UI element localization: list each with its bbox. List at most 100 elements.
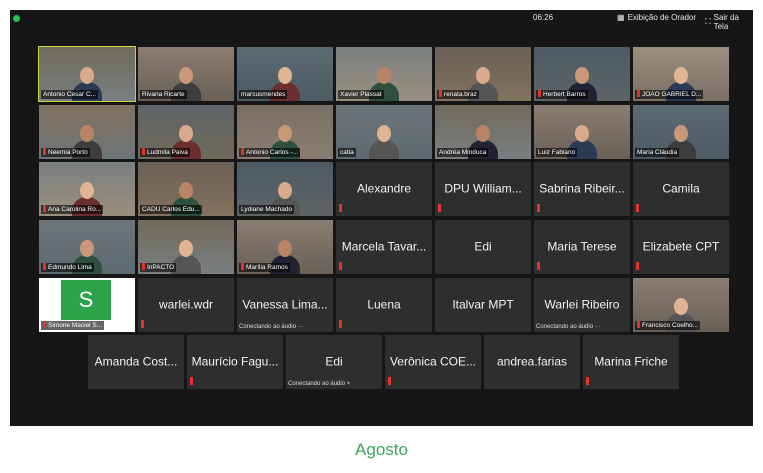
participant-name-text: Antonio Carlos -... (246, 149, 299, 156)
participant-name: JOAO GABRIEL D... (635, 90, 704, 99)
participant-name-text: Ana Carolina Ro... (48, 206, 102, 213)
participant-name: Simone Maciel S... (41, 321, 105, 330)
participant-name-text: catia (340, 149, 354, 156)
participant-name: Ludmila Paiva (140, 148, 190, 157)
participant-name: renata.braz (437, 90, 479, 99)
participant-tile[interactable]: CADU Carlos Edu... (138, 162, 234, 216)
participant-name: Edi (474, 239, 492, 254)
participant-tile[interactable]: renata.braz (435, 47, 531, 101)
muted-mic-icon (586, 377, 589, 385)
muted-mic-icon (43, 148, 46, 155)
participant-tile[interactable]: Warlei Ribeiro Conectando ao áudio ··· (534, 278, 630, 332)
participant-name: Antonio Cesar C... (41, 90, 99, 99)
muted-mic-icon (142, 148, 145, 155)
participant-tile[interactable]: Italvar MPT (435, 278, 531, 332)
participant-name-text: Maria Cláudia (637, 149, 678, 156)
participant-tile[interactable]: Ludmila Paiva (138, 105, 234, 159)
participant-name: Luena (367, 297, 401, 312)
participant-name: Maria Terese (547, 239, 617, 254)
participant-tile[interactable]: S Simone Maciel S... (39, 278, 135, 332)
participant-name: Elizabete CPT (642, 239, 720, 254)
participant-tile[interactable]: Neemia Porto (39, 105, 135, 159)
participant-name: Edi (325, 354, 343, 369)
participant-name: warlei.wdr (158, 297, 213, 312)
participant-tile[interactable]: JOAO GABRIEL D... (633, 47, 729, 101)
participant-name-text: Andréa Minduca (439, 149, 487, 156)
participant-tile[interactable]: Amanda Cost... (88, 335, 184, 389)
participant-name-text: Neemia Porto (48, 149, 88, 156)
participant-tile[interactable]: Sabrina Ribeir... (534, 162, 630, 216)
participant-name: Maurício Fagu... (191, 354, 279, 369)
participant-name: andrea.farias (496, 354, 568, 369)
muted-mic-icon (637, 321, 640, 328)
participant-name: Herbert Barros (536, 90, 588, 99)
participant-name-text: Marília Ramos (246, 264, 288, 271)
participant-name: Rivana Ricarte (140, 90, 187, 99)
muted-mic-icon (43, 263, 46, 270)
participant-tile[interactable]: Edmundo Lima (39, 220, 135, 274)
participant-name-text: CADU Carlos Edu... (142, 206, 200, 213)
caption: Agosto (355, 440, 408, 459)
meeting-timer: 06:26 (533, 13, 554, 22)
muted-mic-icon (636, 262, 639, 270)
muted-mic-icon (537, 262, 540, 270)
participant-tile[interactable]: Luiz Fabiano (534, 105, 630, 159)
participant-tile[interactable]: Edi Conectando ao áudio × (286, 335, 382, 389)
audio-status: Conectando ao áudio ··· (536, 324, 601, 330)
participant-tile[interactable]: Edi (435, 220, 531, 274)
participant-tile[interactable]: InPACTO (138, 220, 234, 274)
participant-tile[interactable]: Maria Terese (534, 220, 630, 274)
participant-name: catia (338, 148, 356, 157)
participant-tile[interactable]: Marina Friche (583, 335, 679, 389)
participant-tile[interactable]: Herbert Barros (534, 47, 630, 101)
participant-avatar: S (61, 280, 111, 320)
participant-tile[interactable]: andrea.farias (484, 335, 580, 389)
participant-tile[interactable]: DPU William... (435, 162, 531, 216)
muted-mic-icon (339, 320, 342, 328)
participant-tile[interactable]: Elizabete CPT (633, 220, 729, 274)
participant-name: Ana Carolina Ro... (41, 205, 104, 214)
muted-mic-icon (537, 204, 540, 212)
participant-name: Verônica COE... (389, 354, 477, 369)
muted-mic-icon (439, 90, 442, 97)
participant-name-text: Rivana Ricarte (142, 91, 185, 98)
participant-name: Neemia Porto (41, 148, 90, 157)
participant-name-text: Edmundo Lima (48, 264, 92, 271)
participant-name: Francisco Coelho... (635, 321, 700, 330)
participant-name: Antonio Carlos -... (239, 148, 301, 157)
participant-name-text: Simone Maciel S... (48, 322, 103, 329)
participant-tile[interactable]: Maria Cláudia (633, 105, 729, 159)
exit-fullscreen-button[interactable]: ⛶ Sair da Tela (705, 13, 753, 31)
participant-tile[interactable]: Maurício Fagu... (187, 335, 283, 389)
participant-tile[interactable]: Luena (336, 278, 432, 332)
meeting-topbar: 06:26 ▦ Exibição de Orador ⛶ Sair da Tel… (10, 10, 753, 31)
participant-tile[interactable]: warlei.wdr (138, 278, 234, 332)
participant-tile[interactable]: Verônica COE... (385, 335, 481, 389)
participant-name-text: Xavier Plassat (340, 91, 382, 98)
participant-name: Warlei Ribeiro (544, 297, 620, 312)
speaker-view-label: Exibição de Orador (627, 13, 697, 22)
participant-tile[interactable]: Camila (633, 162, 729, 216)
muted-mic-icon (339, 262, 342, 270)
participant-tile[interactable]: Marcela Tavar... (336, 220, 432, 274)
speaker-view-button[interactable]: ▦ Exibição de Orador (617, 13, 696, 22)
participant-tile[interactable]: Rivana Ricarte (138, 47, 234, 101)
participant-name: DPU William... (444, 181, 522, 196)
exit-fullscreen-label: Sair da Tela (713, 13, 739, 31)
participant-tile[interactable]: marcusmendes (237, 47, 333, 101)
participant-tile[interactable]: catia (336, 105, 432, 159)
participant-tile[interactable]: Marília Ramos (237, 220, 333, 274)
exit-fullscreen-icon: ⛶ (705, 17, 711, 26)
participant-name: marcusmendes (239, 90, 288, 99)
participant-tile[interactable]: Alexandre (336, 162, 432, 216)
participant-tile[interactable]: Francisco Coelho... (633, 278, 729, 332)
participant-tile[interactable]: Xavier Plassat (336, 47, 432, 101)
participant-tile[interactable]: Antonio Carlos -... (237, 105, 333, 159)
participant-tile[interactable]: Andréa Minduca (435, 105, 531, 159)
participant-tile[interactable]: Ana Carolina Ro... (39, 162, 135, 216)
participant-tile[interactable]: Lydiane Machado (237, 162, 333, 216)
participant-tile[interactable]: Vanessa Lima... Conectando ao áudio ··· (237, 278, 333, 332)
participant-tile[interactable]: Antonio Cesar C... (38, 46, 136, 102)
participant-name: Italvar MPT (452, 297, 514, 312)
participant-name: CADU Carlos Edu... (140, 205, 202, 214)
